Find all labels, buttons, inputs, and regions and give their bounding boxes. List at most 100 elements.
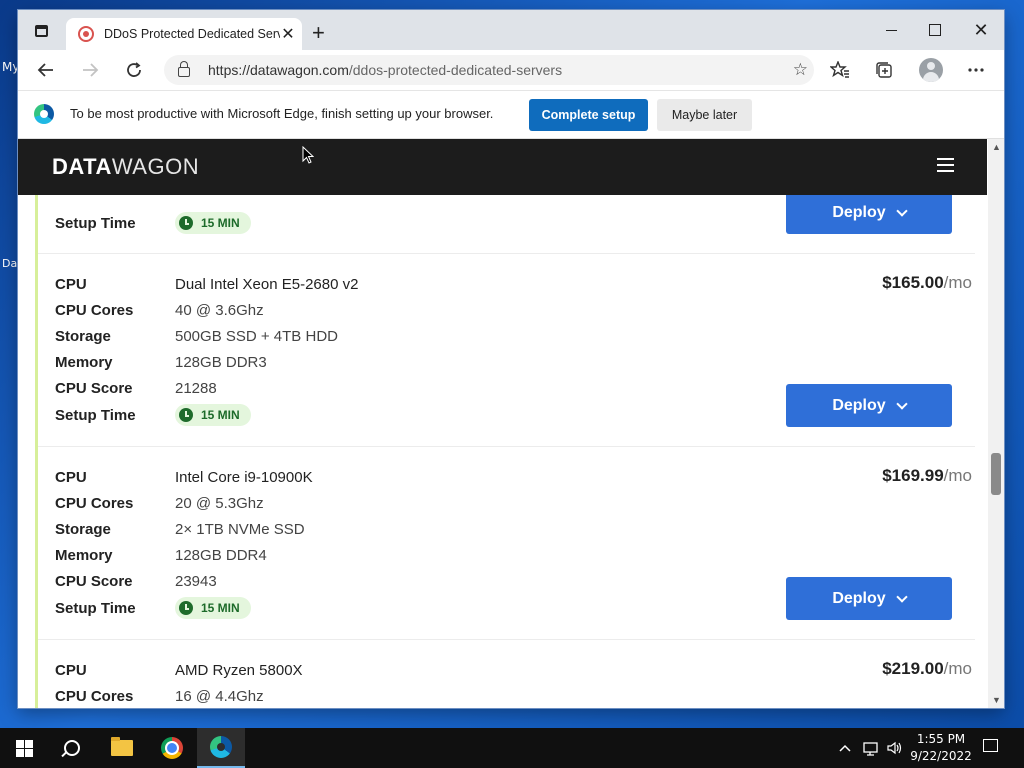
chevron-down-icon: [896, 590, 908, 603]
storage-value: 2× 1TB NVMe SSD: [175, 520, 305, 538]
cpu-value: Intel Core i9-10900K: [175, 468, 313, 486]
storage-value: 500GB SSD + 4TB HDD: [175, 327, 338, 345]
address-bar[interactable]: https://datawagon.com/ddos-protected-ded…: [164, 55, 814, 85]
notification-icon[interactable]: [983, 739, 998, 752]
windows-logo-icon: [15, 739, 33, 757]
spec-row: Storage 2× 1TB NVMe SSD: [55, 516, 305, 542]
complete-setup-button[interactable]: Complete setup: [529, 99, 648, 131]
tray-chevron-icon[interactable]: [838, 728, 852, 768]
arrow-right-icon: [83, 63, 99, 77]
clock-time: 1:55 PM: [916, 732, 966, 746]
spec-label: Storage: [55, 520, 111, 538]
browser-window: DDoS Protected Dedicated Serve ✕ + ✕ htt…: [18, 10, 1004, 708]
tab-actions-icon: [34, 25, 48, 37]
spec-label: CPU: [55, 275, 87, 293]
minimize-button[interactable]: [868, 16, 914, 44]
memory-value: 128GB DDR3: [175, 353, 267, 371]
desktop-icon-label[interactable]: Da: [2, 257, 17, 270]
deploy-label: Deploy: [832, 589, 886, 607]
forward-button[interactable]: [78, 58, 102, 82]
clock-date: 9/22/2022: [910, 749, 972, 763]
setup-time-badge: 15 MIN: [175, 597, 251, 619]
scroll-down-icon[interactable]: ▼: [992, 695, 1001, 705]
edge-taskbar-button[interactable]: [197, 728, 245, 768]
spec-row: CPU AMD Ryzen 5800X: [55, 657, 303, 683]
chevron-down-icon: [896, 397, 908, 410]
volume-icon[interactable]: [886, 728, 904, 768]
scroll-thumb[interactable]: [991, 453, 1001, 495]
more-button[interactable]: [964, 58, 988, 82]
logo-bold: DATA: [52, 154, 112, 179]
site-favicon-icon: [78, 26, 94, 42]
more-icon: [968, 68, 984, 72]
score-value: 23943: [175, 572, 217, 590]
scroll-up-icon[interactable]: ▲: [992, 142, 1001, 152]
close-window-button[interactable]: ✕: [958, 16, 1004, 44]
clock-icon: [179, 601, 193, 615]
network-icon[interactable]: [862, 728, 880, 768]
refresh-button[interactable]: [122, 58, 146, 82]
profile-avatar[interactable]: [919, 58, 943, 82]
price: $169.99/mo: [882, 466, 972, 486]
clock-icon: [179, 408, 193, 422]
deploy-label: Deploy: [832, 396, 886, 414]
server-list: Setup Time 15 MIN Deploy CPU Dual Intel X…: [35, 179, 975, 708]
close-icon: ✕: [973, 20, 989, 40]
spec-label: Setup Time: [55, 599, 136, 617]
tab-actions-button[interactable]: [30, 20, 52, 42]
title-bar: DDoS Protected Dedicated Serve ✕ + ✕: [18, 10, 1004, 50]
deploy-button[interactable]: Deploy: [786, 577, 952, 620]
site-logo[interactable]: DATAWAGON: [52, 154, 199, 180]
add-favorite-icon[interactable]: ☆: [793, 60, 808, 80]
collections-icon: [876, 62, 892, 78]
search-button[interactable]: [48, 728, 96, 768]
price-period: /mo: [943, 466, 972, 485]
favorites-icon: [830, 61, 849, 78]
chrome-button[interactable]: [148, 728, 196, 768]
start-button[interactable]: [0, 728, 48, 768]
spec-row: Setup Time 15 MIN: [55, 402, 251, 428]
collections-button[interactable]: [872, 58, 896, 82]
spec-label: CPU Cores: [55, 687, 134, 705]
deploy-button[interactable]: Deploy: [786, 191, 952, 234]
browser-toolbar: https://datawagon.com/ddos-protected-ded…: [18, 50, 1004, 91]
new-tab-button[interactable]: +: [312, 22, 325, 44]
spec-label: CPU: [55, 661, 87, 679]
web-page: DATAWAGON Setup Time 15 MIN Deploy CPU Du…: [18, 139, 988, 708]
spec-label: CPU Score: [55, 379, 133, 397]
file-explorer-button[interactable]: [98, 728, 146, 768]
setup-time-badge: 15 MIN: [175, 212, 251, 234]
maybe-later-button[interactable]: Maybe later: [657, 99, 752, 131]
folder-icon: [111, 737, 133, 756]
maximize-button[interactable]: [912, 16, 958, 44]
spec-label: Setup Time: [55, 406, 136, 424]
back-button[interactable]: [34, 58, 58, 82]
cores-value: 20 @ 5.3Ghz: [175, 494, 264, 512]
spec-row: Storage 500GB SSD + 4TB HDD: [55, 323, 338, 349]
infobar-message: To be most productive with Microsoft Edg…: [70, 106, 494, 121]
system-clock[interactable]: 1:55 PM 9/22/2022: [906, 731, 976, 765]
chrome-icon: [161, 737, 183, 759]
spec-row: CPU Score 21288: [55, 375, 217, 401]
hamburger-icon[interactable]: [937, 158, 954, 172]
taskbar: 1:55 PM 9/22/2022: [0, 728, 1024, 768]
memory-value: 128GB DDR4: [175, 546, 267, 564]
close-tab-icon[interactable]: ✕: [280, 24, 296, 44]
spec-row: Setup Time 15 MIN: [55, 595, 251, 621]
deploy-button[interactable]: Deploy: [786, 384, 952, 427]
cpu-value: AMD Ryzen 5800X: [175, 661, 303, 679]
browser-tab[interactable]: DDoS Protected Dedicated Serve ✕: [66, 18, 302, 50]
page-scrollbar[interactable]: ▲ ▼: [988, 139, 1004, 708]
arrow-left-icon: [37, 63, 53, 77]
spec-label: Memory: [55, 546, 113, 564]
spec-label: Storage: [55, 327, 111, 345]
server-card: CPU Intel Core i9-10900K CPU Cores 20 @ 5.…: [38, 446, 975, 640]
search-icon: [64, 740, 80, 756]
spec-label: Memory: [55, 353, 113, 371]
cpu-value: Dual Intel Xeon E5-2680 v2: [175, 275, 359, 293]
price-period: /mo: [943, 273, 972, 292]
favorites-button[interactable]: [828, 58, 852, 82]
desktop-icon-label[interactable]: My: [2, 60, 19, 74]
edge-logo-icon: [34, 104, 54, 124]
chevron-down-icon: [896, 204, 908, 217]
